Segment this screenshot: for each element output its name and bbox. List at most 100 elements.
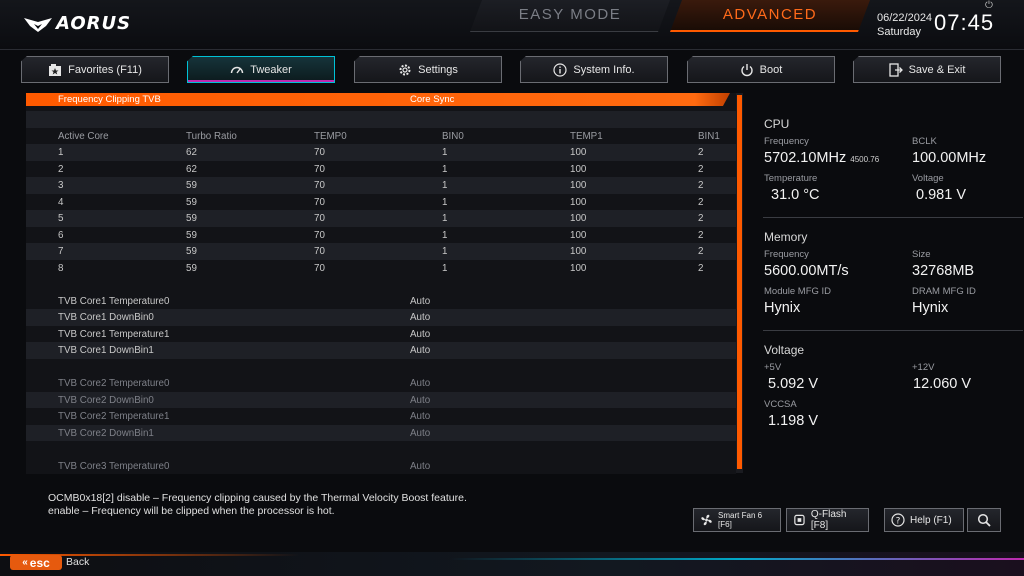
module-mfg-label: Module MFG ID	[764, 286, 832, 297]
clock: 07:45	[934, 10, 995, 35]
advanced-mode-tab[interactable]: ADVANCED MODE	[670, 0, 870, 32]
tab-favorites[interactable]: Favorites (F11)	[21, 56, 169, 83]
qflash-label: Q-Flash [F8]	[810, 509, 847, 531]
tab-boot[interactable]: Boot	[687, 56, 835, 83]
back-label[interactable]: Back	[66, 556, 89, 568]
tab-save-exit-label: Save & Exit	[908, 63, 966, 76]
search-button[interactable]	[967, 508, 1001, 532]
cpu-frequency-main: 5702.10MHz	[764, 150, 847, 166]
table-cell: 59	[186, 196, 197, 208]
setting-row[interactable]: TVB Core2 DownBin1 Auto	[26, 424, 736, 441]
table-row: 3 59 70 1 100 2	[26, 177, 736, 194]
setting-label: TVB Core3 Temperature0	[58, 460, 170, 472]
selected-setting-row[interactable]: Frequency Clipping TVB Core Sync	[26, 93, 730, 106]
table-cell: 2	[58, 163, 64, 175]
setting-value[interactable]: Auto	[410, 461, 430, 472]
setting-label: TVB Core2 Temperature0	[58, 378, 170, 389]
table-cell: 100	[570, 147, 587, 158]
setting-row[interactable]: TVB Core1 DownBin0 Auto	[26, 309, 736, 326]
cpu-frequency-label: Frequency	[764, 136, 809, 147]
table-cell: 2	[698, 262, 704, 274]
cpu-title: CPU	[764, 117, 790, 131]
setting-value[interactable]: Auto	[410, 329, 430, 340]
table-row: 6 59 70 1 100 2	[26, 226, 736, 243]
qflash-button[interactable]: Q-Flash [F8]	[786, 508, 869, 532]
setting-row[interactable]: TVB Core1 Temperature1 Auto	[26, 325, 736, 342]
setting-row[interactable]: TVB Core1 DownBin1 Auto	[26, 342, 736, 359]
date-display: 06/22/2024 Saturday	[877, 11, 932, 39]
setting-value[interactable]: Auto	[410, 378, 430, 389]
table-cell: 59	[186, 229, 197, 241]
scrollbar[interactable]	[736, 93, 743, 473]
esc-label: esc	[29, 555, 50, 570]
bclk-value: 100.00MHz	[912, 150, 987, 166]
setting-row[interactable]: TVB Core2 Temperature0 Auto	[26, 375, 736, 392]
table-cell: 100	[570, 262, 587, 274]
memory-frequency-value: 5600.00MT/s	[764, 263, 849, 279]
memory-title: Memory	[764, 230, 808, 244]
gear-icon	[399, 64, 411, 75]
cpu-frequency-sub: 4500.76	[850, 155, 880, 164]
setting-row[interactable]: TVB Core1 Temperature0 Auto	[26, 292, 736, 309]
power-icon	[741, 63, 753, 76]
esc-button[interactable]: « esc	[10, 555, 62, 570]
setting-value[interactable]: Core Sync	[410, 94, 454, 105]
vccsa-label: VCCSA	[764, 399, 797, 410]
setting-row[interactable]: TVB Core3 Temperature0 Auto	[26, 457, 736, 474]
table-cell: 70	[314, 246, 325, 257]
table-row: 2 62 70 1 100 2	[26, 160, 736, 177]
table-cell: 100	[570, 229, 587, 241]
setting-label: TVB Core1 DownBin1	[58, 345, 154, 356]
setting-row[interactable]: TVB Core2 Temperature1 Auto	[26, 408, 736, 425]
table-cell: 2	[698, 163, 704, 175]
favorites-icon	[49, 63, 62, 76]
module-mfg-value: Hynix	[764, 300, 801, 316]
scroll-thumb[interactable]	[737, 95, 742, 469]
tab-tweaker[interactable]: Tweaker	[187, 56, 335, 83]
divider	[763, 217, 1023, 218]
cpu-temp-value: 31.0 °C	[771, 187, 820, 203]
table-cell: 5	[58, 213, 64, 224]
column-header: TEMP0	[314, 130, 347, 142]
smart-fan-text: Smart Fan 6	[718, 511, 763, 520]
table-cell: 2	[698, 180, 704, 191]
setting-value[interactable]: Auto	[410, 411, 430, 422]
easy-mode-tab[interactable]: EASY MODE	[470, 0, 670, 32]
chip-icon	[794, 514, 805, 526]
setting-value[interactable]: Auto	[410, 428, 430, 439]
tab-settings[interactable]: Settings	[354, 56, 502, 83]
table-cell: 100	[570, 246, 587, 257]
dram-mfg-label: DRAM MFG ID	[912, 286, 976, 297]
setting-row[interactable]: TVB Core2 DownBin0 Auto	[26, 391, 736, 408]
table-cell: 62	[186, 163, 197, 175]
table-cell: 100	[570, 196, 587, 208]
table-cell: 59	[186, 246, 197, 257]
column-header: TEMP1	[570, 130, 603, 142]
cpu-voltage-value: 0.981 V	[916, 187, 966, 203]
memory-frequency-label: Frequency	[764, 249, 809, 260]
settings-panel: Frequency Clipping TVB Core Sync Active …	[26, 93, 740, 474]
setting-value[interactable]: Auto	[410, 345, 430, 356]
power-icon[interactable]: ⏻	[985, 0, 993, 11]
setting-label: TVB Core2 Temperature1	[58, 411, 170, 422]
help-button[interactable]: ? Help (F1)	[884, 508, 964, 532]
setting-value[interactable]: Auto	[410, 312, 430, 323]
tab-system-info[interactable]: System Info.	[520, 56, 668, 83]
back-arrows-icon: «	[22, 557, 28, 568]
table-cell: 70	[314, 213, 325, 224]
table-cell: 7	[58, 246, 64, 257]
v5-label: +5V	[764, 362, 782, 373]
smart-fan-button[interactable]: Smart Fan 6 [F6]	[693, 508, 781, 532]
bottom-bar	[0, 552, 1024, 576]
table-cell: 4	[58, 196, 64, 208]
table-row: 4 59 70 1 100 2	[26, 193, 736, 210]
table-cell: 1	[442, 262, 448, 274]
setting-value[interactable]: Auto	[410, 395, 430, 406]
setting-value[interactable]: Auto	[410, 296, 430, 307]
main-nav: Favorites (F11) Tweaker Settings System …	[0, 56, 1024, 86]
top-bar: AORUS EASY MODE ADVANCED MODE 06/22/2024…	[0, 0, 1024, 50]
setting-label: TVB Core1 DownBin0	[58, 312, 154, 323]
tab-save-exit[interactable]: Save & Exit	[853, 56, 1001, 83]
column-header: BIN1	[698, 130, 720, 142]
smart-fan-label: Smart Fan 6 [F6]	[718, 511, 774, 529]
